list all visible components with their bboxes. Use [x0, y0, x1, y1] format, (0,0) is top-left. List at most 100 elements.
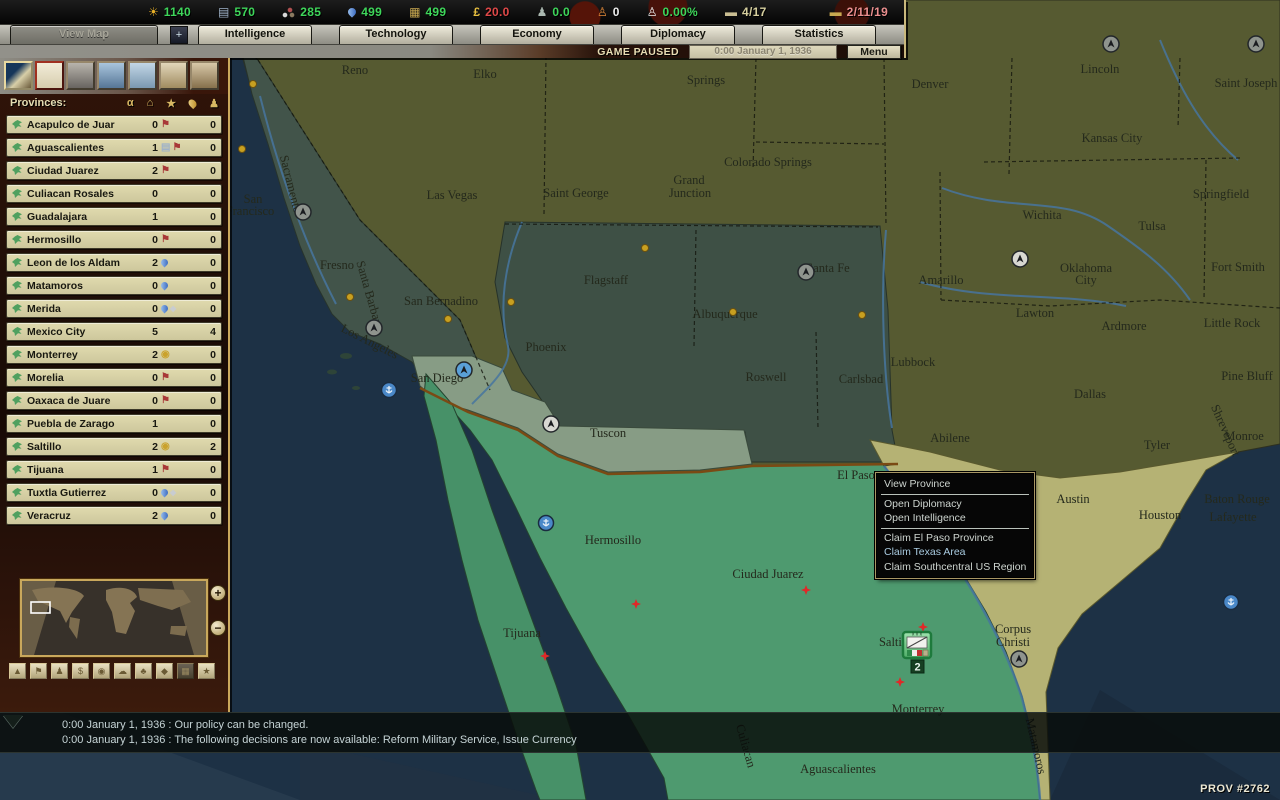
province-row[interactable]: Saltillo2◉2 — [6, 437, 222, 456]
mapmode-political-button[interactable]: ⚑ — [30, 663, 47, 679]
mapmode-partisans-button[interactable]: ♣ — [135, 663, 152, 679]
air-base-icon[interactable] — [1248, 36, 1264, 52]
province-column-icons: α ⌂ ★ ♟ — [127, 97, 219, 110]
map-label: San Diego — [411, 371, 463, 385]
mapmode-artillery-button[interactable] — [190, 61, 219, 90]
minimap[interactable] — [20, 579, 208, 657]
air-base-icon[interactable] — [295, 204, 311, 220]
air-base-icon[interactable] — [1011, 651, 1027, 667]
mapmode-regions-button[interactable]: ◆ — [156, 663, 173, 679]
message-log: 0:00 January 1, 1936 : Our policy can be… — [0, 712, 1280, 753]
tab-view-map[interactable]: View Map — [10, 25, 158, 44]
naval-base-icon[interactable] — [539, 516, 554, 531]
tab-intelligence[interactable]: Intelligence — [198, 25, 312, 44]
flag-button[interactable]: + — [170, 26, 188, 44]
mapmode-resources-button[interactable]: ◉ — [93, 663, 110, 679]
menu-item-claim-southcentral-us-region[interactable]: Claim Southcentral US Region — [877, 560, 1033, 575]
tab-bar: View Map + Intelligence Technology Economy… — [0, 24, 904, 44]
province-row[interactable]: Oaxaca de Juare0⚑0 — [6, 391, 222, 410]
mapmode-ledger-button[interactable] — [35, 61, 64, 90]
air-base-icon[interactable] — [543, 416, 559, 432]
menu-item-claim-el-paso-province[interactable]: Claim El Paso Province — [877, 531, 1033, 546]
tab-technology[interactable]: Technology — [339, 25, 453, 44]
province-mid-value: 1 — [146, 211, 158, 223]
mapmode-combat-button[interactable] — [159, 61, 188, 90]
column-oil-icon[interactable] — [187, 97, 198, 108]
menu-button[interactable]: Menu — [847, 45, 901, 59]
mapmode-air-button[interactable] — [97, 61, 126, 90]
province-row[interactable]: Tijuana1⚑0 — [6, 460, 222, 479]
tab-economy[interactable]: Economy — [480, 25, 594, 44]
map-label: Amarillo — [918, 273, 963, 287]
resource-energy: ☀ 1140 — [148, 5, 191, 19]
province-resource-icons: ⚑ — [161, 465, 198, 475]
column-alpha-icon[interactable]: α — [127, 97, 134, 109]
air-base-icon[interactable] — [1012, 251, 1028, 267]
province-row[interactable]: Leon de los Aldam20 — [6, 253, 222, 272]
province-row[interactable]: Ciudad Juarez2⚑0 — [6, 161, 222, 180]
column-combat-icon[interactable]: ★ — [166, 97, 176, 110]
minimap-zoom-out-button[interactable]: − — [210, 620, 226, 636]
province-row[interactable]: Culiacan Rosales00 — [6, 184, 222, 203]
menu-item-open-diplomacy[interactable]: Open Diplomacy — [877, 497, 1033, 512]
air-base-icon[interactable] — [456, 362, 472, 378]
national-flag-icon — [12, 189, 22, 198]
map-label: Elko — [473, 67, 497, 81]
tab-diplomacy[interactable]: Diplomacy — [621, 25, 735, 44]
province-row[interactable]: Hermosillo0⚑0 — [6, 230, 222, 249]
province-right-value: 0 — [198, 165, 216, 177]
province-name: Saltillo — [27, 441, 146, 453]
column-factory-icon[interactable]: ⌂ — [147, 97, 154, 109]
province-row[interactable]: Puebla de Zarago10 — [6, 414, 222, 433]
resource-manpower-value: 0.0 — [552, 5, 570, 19]
province-row[interactable]: Aguascalientes1▤⚑0 — [6, 138, 222, 157]
province-row[interactable]: Matamoros00 — [6, 276, 222, 295]
mapmode-air-button[interactable]: ★ — [198, 663, 215, 679]
air-base-icon[interactable] — [1103, 36, 1119, 52]
resource-transports: ▬4/17 — [725, 5, 767, 19]
map-label: Tyler — [1144, 438, 1171, 452]
air-base-icon[interactable] — [366, 320, 382, 336]
air-base-icon[interactable] — [798, 264, 814, 280]
province-row[interactable]: Mexico City54 — [6, 322, 222, 341]
mapmode-infrastructure-button[interactable]: ▦ — [177, 663, 194, 679]
province-row[interactable]: Monterrey2◉0 — [6, 345, 222, 364]
log-collapse-icon[interactable] — [3, 715, 23, 728]
province-row[interactable]: Veracruz20 — [6, 506, 222, 525]
national-flag-icon — [12, 465, 22, 474]
column-manpower-icon[interactable]: ♟ — [209, 97, 219, 110]
province-row[interactable]: Acapulco de Juar0⚑0 — [6, 115, 222, 134]
map-label: Roswell — [746, 370, 788, 384]
mapmode-land-button[interactable] — [66, 61, 95, 90]
menu-item-claim-texas-area[interactable]: Claim Texas Area — [877, 545, 1033, 560]
mapmode-units-button[interactable]: ♟ — [51, 663, 68, 679]
naval-base-icon[interactable] — [382, 383, 397, 398]
menu-item-view-province[interactable]: View Province — [877, 477, 1033, 492]
province-row[interactable]: Tuxtla Gutierrez0◆0 — [6, 483, 222, 502]
minimap-zoom-in-button[interactable]: + — [210, 585, 226, 601]
mapmode-terrain-button[interactable]: ▲ — [9, 663, 26, 679]
province-resource-icons: ⚑ — [161, 235, 198, 245]
province-resource-icons: ⚑ — [161, 396, 198, 406]
map-label: Corpus — [995, 622, 1031, 636]
naval-base-icon[interactable] — [1224, 595, 1239, 610]
map-label: Kansas City — [1082, 131, 1144, 145]
province-row[interactable]: Merida0◆0 — [6, 299, 222, 318]
province-row[interactable]: Morelia0⚑0 — [6, 368, 222, 387]
province-mid-value: 0 — [146, 487, 158, 499]
menu-item-open-intelligence[interactable]: Open Intelligence — [877, 511, 1033, 526]
tab-statistics[interactable]: Statistics — [762, 25, 876, 44]
victory-point-dot — [347, 294, 354, 301]
mapmode-economy-button[interactable]: $ — [72, 663, 89, 679]
map-label: Abilene — [930, 431, 970, 445]
province-row[interactable]: Guadalajara10 — [6, 207, 222, 226]
energy-icon: ☀ — [148, 6, 159, 18]
mapmode-naval-button[interactable] — [128, 61, 157, 90]
province-right-value: 0 — [198, 280, 216, 292]
mapmode-weather-button[interactable]: ☁ — [114, 663, 131, 679]
victory-point-dot — [445, 316, 452, 323]
resource-oil-value: 499 — [361, 5, 382, 19]
resource-manpower: ♟0.0 — [537, 5, 570, 19]
resource-energy-value: 1140 — [164, 5, 191, 19]
mapmode-map-button[interactable] — [4, 61, 33, 90]
